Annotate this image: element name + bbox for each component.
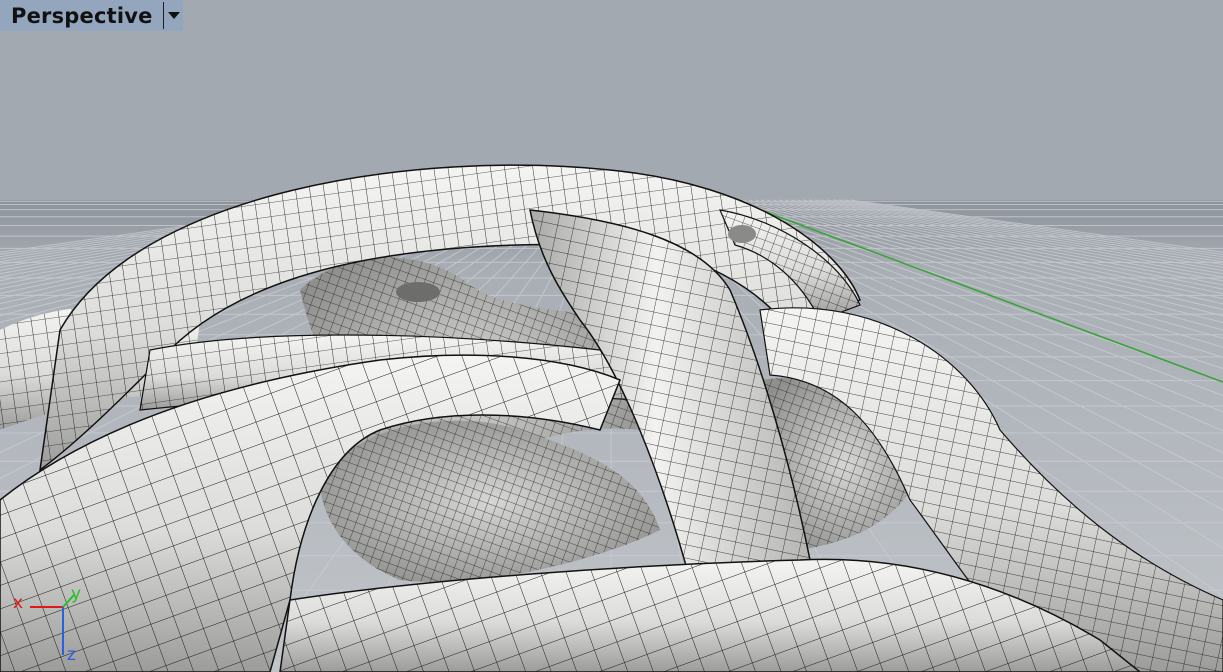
hole-back-ring xyxy=(728,225,756,243)
gizmo-z-label: z xyxy=(67,645,76,665)
hole-inner-top xyxy=(396,282,440,302)
perspective-viewport[interactable]: x y z Perspective xyxy=(0,0,1223,672)
gizmo-y-label: y xyxy=(71,584,82,604)
chevron-down-icon xyxy=(167,12,180,19)
gizmo-x-label: x xyxy=(13,593,24,613)
viewport-menu-button[interactable] xyxy=(164,0,183,31)
viewport-title[interactable]: Perspective xyxy=(0,4,163,28)
viewport-title-tab[interactable]: Perspective xyxy=(0,0,183,31)
viewport-canvas[interactable] xyxy=(0,0,1223,672)
